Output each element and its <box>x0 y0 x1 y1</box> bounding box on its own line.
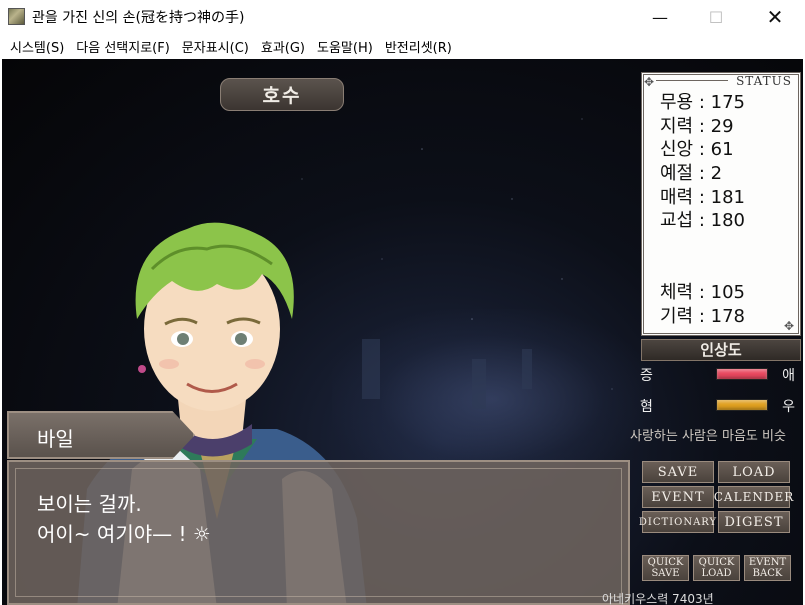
speaker-name-box: 바일 <box>7 411 195 459</box>
location-badge: 호수 <box>220 78 344 111</box>
event-button[interactable]: EVENT <box>642 486 714 508</box>
dictionary-button[interactable]: DICTIONARY <box>639 511 716 533</box>
quick-save-button[interactable]: QUICK SAVE <box>642 555 689 581</box>
menu-effects[interactable]: 효과(G) <box>255 37 311 56</box>
minimize-button[interactable]: — <box>637 0 683 34</box>
impression-panel: 인상도 증 애 혐 우 <box>636 338 803 433</box>
impression-label-friend: 우 <box>782 399 795 415</box>
stat-negotiation: 교섭 : 180 <box>660 210 745 231</box>
dialogue-line-2: 어이~ 여기야— ! ☼ <box>37 522 211 546</box>
corner-ornament-icon: ✥ <box>644 75 655 89</box>
digest-button[interactable]: DIGEST <box>718 511 790 533</box>
impression-title: 인상도 <box>641 339 801 361</box>
status-header: STATUS <box>736 74 792 88</box>
menu-bar: 시스템(S) 다음 선택지로(F) 문자표시(C) 효과(G) 도움말(H) 반… <box>0 34 805 58</box>
impression-label-hate: 증 <box>640 368 653 384</box>
app-icon <box>8 8 25 25</box>
quick-load-line1: QUICK <box>698 557 735 568</box>
maximize-button[interactable]: ☐ <box>693 0 739 34</box>
impression-label-dislike: 혐 <box>640 399 653 415</box>
impression-row-dislike-friend: 혐 우 <box>636 394 803 416</box>
stat-stamina: 체력 : 105 <box>660 282 745 303</box>
event-back-line2: BACK <box>752 568 783 579</box>
menu-system[interactable]: 시스템(S) <box>4 37 70 56</box>
calender-button[interactable]: CALENDER <box>714 486 793 508</box>
speaker-name: 바일 <box>37 427 74 451</box>
menu-text-display[interactable]: 문자표시(C) <box>176 37 255 56</box>
stat-etiquette: 예절 : 2 <box>660 163 723 184</box>
impression-message: 사랑하는 사람은 마음도 비슷 <box>630 429 786 444</box>
stat-energy: 기력 : 178 <box>660 306 745 327</box>
stat-valor: 무용 : 175 <box>660 92 745 113</box>
title-bar: 관을 가진 신의 손(冠を持つ神の手) — ☐ ✕ <box>0 0 805 34</box>
status-panel: STATUS ✥ ✥ 무용 : 175 지력 : 29 신앙 : 61 예절 :… <box>641 72 801 336</box>
corner-ornament-icon: ✥ <box>784 319 795 333</box>
calendar-year: 아네키우스력 7403년 <box>602 592 714 605</box>
impression-bar-friendship <box>716 399 768 411</box>
window-title: 관을 가진 신의 손(冠を持つ神の手) <box>32 10 245 26</box>
quick-save-line1: QUICK <box>647 557 684 568</box>
event-back-line1: EVENT <box>748 557 787 568</box>
game-screen[interactable]: 호수 STATUS ✥ ✥ 무용 : 175 지력 : 29 신앙: 61 예… <box>2 59 803 605</box>
impression-row-hate-love: 증 애 <box>636 363 803 385</box>
quick-load-line2: LOAD <box>701 568 732 579</box>
stat-faith: 신앙 : 61 <box>660 139 734 160</box>
impression-bar-love <box>716 368 768 380</box>
menu-next-choice[interactable]: 다음 선택지로(F) <box>70 37 176 56</box>
quick-load-button[interactable]: QUICK LOAD <box>693 555 740 581</box>
menu-reset[interactable]: 반전리셋(R) <box>379 37 458 56</box>
event-back-button[interactable]: EVENT BACK <box>744 555 791 581</box>
menu-help[interactable]: 도움말(H) <box>311 37 379 56</box>
dialogue-box[interactable]: 보이는 걸까. 어이~ 여기야— ! ☼ <box>7 460 630 605</box>
status-header-rule <box>656 80 728 81</box>
quick-save-line2: SAVE <box>651 568 680 579</box>
impression-label-love: 애 <box>782 368 795 384</box>
load-button[interactable]: LOAD <box>718 461 790 483</box>
dialogue-line-1: 보이는 걸까. <box>37 492 142 516</box>
close-button[interactable]: ✕ <box>752 0 798 34</box>
save-button[interactable]: SAVE <box>642 461 714 483</box>
